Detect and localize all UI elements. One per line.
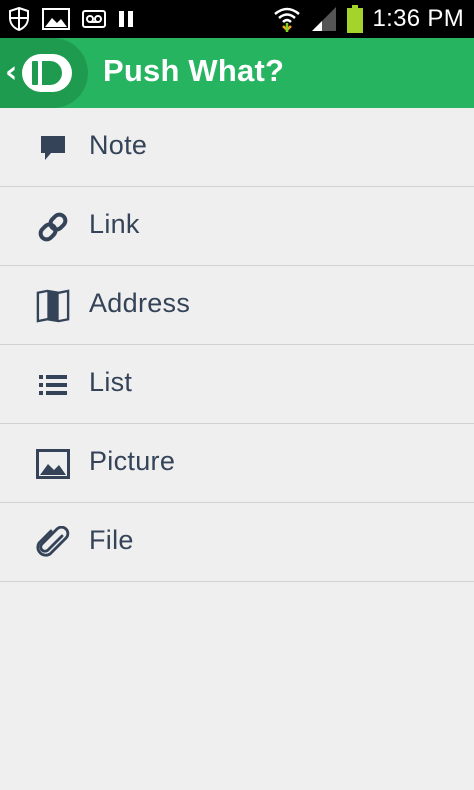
list-item-link[interactable]: Link xyxy=(0,187,474,266)
list-item-label: Link xyxy=(89,209,140,239)
chevron-left-icon: ‹ xyxy=(5,55,18,90)
pause-icon xyxy=(119,11,133,27)
up-navigation-button[interactable]: ‹ xyxy=(0,38,88,108)
picture-icon xyxy=(36,447,70,481)
status-bar-system: 1:36 PM xyxy=(273,4,464,34)
wifi-icon xyxy=(273,7,300,32)
list-item-label: List xyxy=(89,367,133,397)
action-bar: ‹ Push What? xyxy=(0,38,474,108)
list-item-note[interactable]: Note xyxy=(0,108,474,187)
push-type-list: Note Link Address List Picture File xyxy=(0,108,474,582)
status-bar: 1:36 PM xyxy=(0,0,474,38)
paperclip-icon xyxy=(36,526,70,560)
list-item-label: Address xyxy=(89,288,191,318)
page-title: Push What? xyxy=(103,53,285,88)
list-item-picture[interactable]: Picture xyxy=(0,424,474,503)
status-bar-notifications xyxy=(8,6,134,32)
pushbullet-logo-icon xyxy=(22,54,72,92)
chain-link-icon xyxy=(36,210,70,244)
list-item-file[interactable]: File xyxy=(0,503,474,582)
list-item-list[interactable]: List xyxy=(0,345,474,424)
list-icon xyxy=(36,368,70,402)
list-item-label: File xyxy=(89,525,134,555)
list-item-label: Picture xyxy=(89,446,176,476)
shield-icon xyxy=(9,7,29,31)
speech-bubble-icon xyxy=(36,131,70,165)
list-item-address[interactable]: Address xyxy=(0,266,474,345)
map-icon xyxy=(36,289,70,323)
signal-icon xyxy=(311,7,336,31)
list-item-label: Note xyxy=(89,130,148,160)
voicemail-icon xyxy=(82,10,106,28)
battery-icon xyxy=(346,5,363,33)
clock: 1:36 PM xyxy=(372,5,464,32)
image-icon xyxy=(42,8,70,30)
